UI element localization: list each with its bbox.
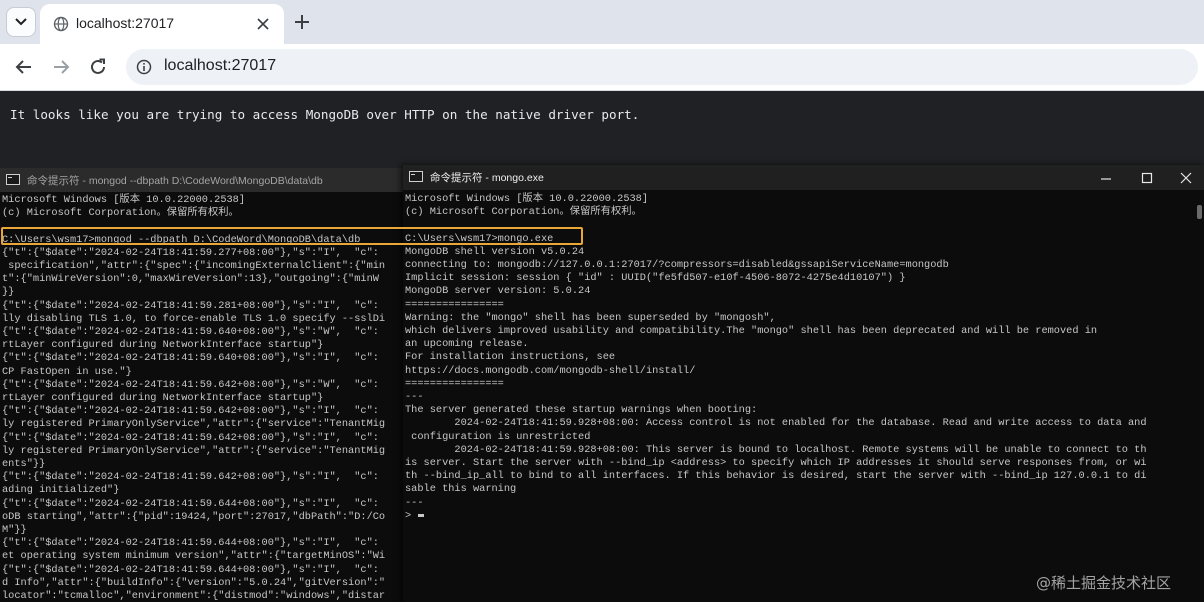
shell-prompt: > xyxy=(405,509,418,522)
browser-tab[interactable]: localhost:27017 xyxy=(40,4,284,44)
browser-toolbar: localhost:27017 xyxy=(0,44,1204,91)
console-titlebar[interactable]: 命令提示符 - mongod --dbpath D:\CodeWord\Mong… xyxy=(0,168,407,192)
address-bar[interactable]: localhost:27017 xyxy=(126,49,1198,85)
mongod-console-window[interactable]: 命令提示符 - mongod --dbpath D:\CodeWord\Mong… xyxy=(0,168,407,602)
tab-title: localhost:27017 xyxy=(76,15,175,31)
console-title: 命令提示符 - mongod --dbpath D:\CodeWord\Mong… xyxy=(27,175,323,187)
web-page-content: It looks like you are trying to access M… xyxy=(0,91,1204,171)
maximize-icon[interactable] xyxy=(1140,171,1154,185)
tab-strip: localhost:27017 xyxy=(0,0,1204,44)
tab-search-button[interactable] xyxy=(6,7,36,37)
globe-icon xyxy=(53,16,69,32)
scrollbar[interactable] xyxy=(1197,205,1202,219)
back-arrow-icon[interactable] xyxy=(13,56,35,78)
minimize-icon[interactable] xyxy=(1099,171,1113,185)
console-icon xyxy=(409,171,423,182)
plus-icon[interactable] xyxy=(292,12,312,32)
mongo-shell-window[interactable]: 命令提示符 - mongo.exe Microsoft Windows [版本 … xyxy=(403,165,1204,602)
chevron-down-icon xyxy=(15,18,27,26)
info-icon[interactable] xyxy=(136,59,152,75)
forward-arrow-icon[interactable] xyxy=(50,56,72,78)
reload-icon[interactable] xyxy=(87,56,109,78)
url-text: localhost:27017 xyxy=(164,57,277,74)
close-icon[interactable] xyxy=(1179,171,1193,185)
console-output: Microsoft Windows [版本 10.0.22000.2538] (… xyxy=(2,194,386,602)
console-icon xyxy=(6,174,20,185)
watermark: @稀土掘金技术社区 xyxy=(1036,574,1172,592)
console-titlebar[interactable]: 命令提示符 - mongo.exe xyxy=(403,165,1204,190)
console-output: Microsoft Windows [版本 10.0.22000.2538] (… xyxy=(405,193,1147,522)
text-cursor xyxy=(418,513,425,517)
close-icon[interactable] xyxy=(256,17,270,31)
page-message: It looks like you are trying to access M… xyxy=(10,107,640,122)
console-title: 命令提示符 - mongo.exe xyxy=(430,172,544,184)
